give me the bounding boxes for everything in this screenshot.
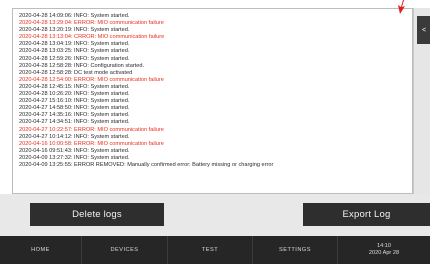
log-line: 2020-04-16 09:51:43: INFO: System starte… (19, 147, 130, 154)
log-line: 2020-04-28 12:58:28: DC test mode activa… (19, 69, 133, 76)
nav-home[interactable]: HOME (0, 236, 82, 264)
clock-date: 2020 Apr 28 (368, 250, 400, 256)
export-log-button[interactable]: Export Log (303, 203, 430, 226)
log-line-error: 2020-04-28 13:29:04: ERROR: MIO communic… (19, 20, 164, 27)
nav-test[interactable]: TEST (168, 236, 253, 264)
log-line: 2020-04-27 14:58:50: INFO: System starte… (19, 105, 130, 112)
clock: 14:10 2020 Apr 28 (338, 236, 430, 264)
log-line: 2020-04-28 12:59:26: INFO: System starte… (19, 55, 130, 62)
red-arrow-marker (398, 0, 405, 14)
log-line-error: 2020-04-28 12:54:00: ERROR: MIO communic… (19, 76, 164, 83)
log-line: 2020-04-27 14:35:16: INFO: System starte… (19, 112, 130, 119)
log-line: 2020-04-28 14:09:06: INFO: System starte… (19, 13, 130, 19)
log-line: 2020-04-28 10:26:20: INFO: System starte… (19, 91, 130, 98)
log-line-error: 2020-04-28 13:13:04: CRROR: MIO communic… (19, 34, 165, 41)
bottom-nav: HOME DEVICES TEST SETTINGS 14:10 2020 Ap… (0, 236, 430, 264)
log-line: 2020-04-27 10:14:12: INFO: System starte… (19, 133, 130, 140)
log-line-error: 2020-04-16 10:00:58: ERROR: MIO communic… (19, 140, 164, 147)
log-line: 2020-04-09 13:27:32: INFO: System starte… (19, 154, 130, 161)
log-line: 2020-04-28 13:03:25: INFO: System starte… (19, 48, 130, 55)
nav-settings[interactable]: SETTINGS (253, 236, 338, 264)
log-panel[interactable]: 2020-04-28 14:09:06: INFO: System starte… (12, 8, 413, 194)
log-line: 2020-04-27 15:16:10: INFO: System starte… (19, 98, 130, 105)
log-line-error: 2020-04-27 10:22:57: ERROR: MIO communic… (19, 126, 164, 133)
nav-devices[interactable]: DEVICES (82, 236, 168, 264)
collapse-button[interactable]: < (417, 16, 430, 44)
log-line: 2020-04-28 12:45:15: INFO: System starte… (19, 83, 130, 90)
log-line: 2020-04-09 13:25:55: ERROR REMOVED: Manu… (19, 161, 274, 168)
log-list: 2020-04-28 14:09:06: INFO: System starte… (19, 13, 408, 169)
clock-time: 14:10 (377, 243, 391, 249)
log-line: 2020-04-28 13:04:19: INFO: System starte… (19, 41, 130, 48)
delete-logs-button[interactable]: Delete logs (30, 203, 164, 226)
action-bar: Delete logs Export Log (0, 194, 430, 236)
log-line: 2020-04-27 14:34:51: INFO: System starte… (19, 119, 130, 126)
log-line: 2020-04-28 13:20:19: INFO: System starte… (19, 27, 130, 34)
side-panel: < (413, 8, 430, 194)
log-line: 2020-04-28 12:58:28: INFO: Configuration… (19, 62, 145, 69)
